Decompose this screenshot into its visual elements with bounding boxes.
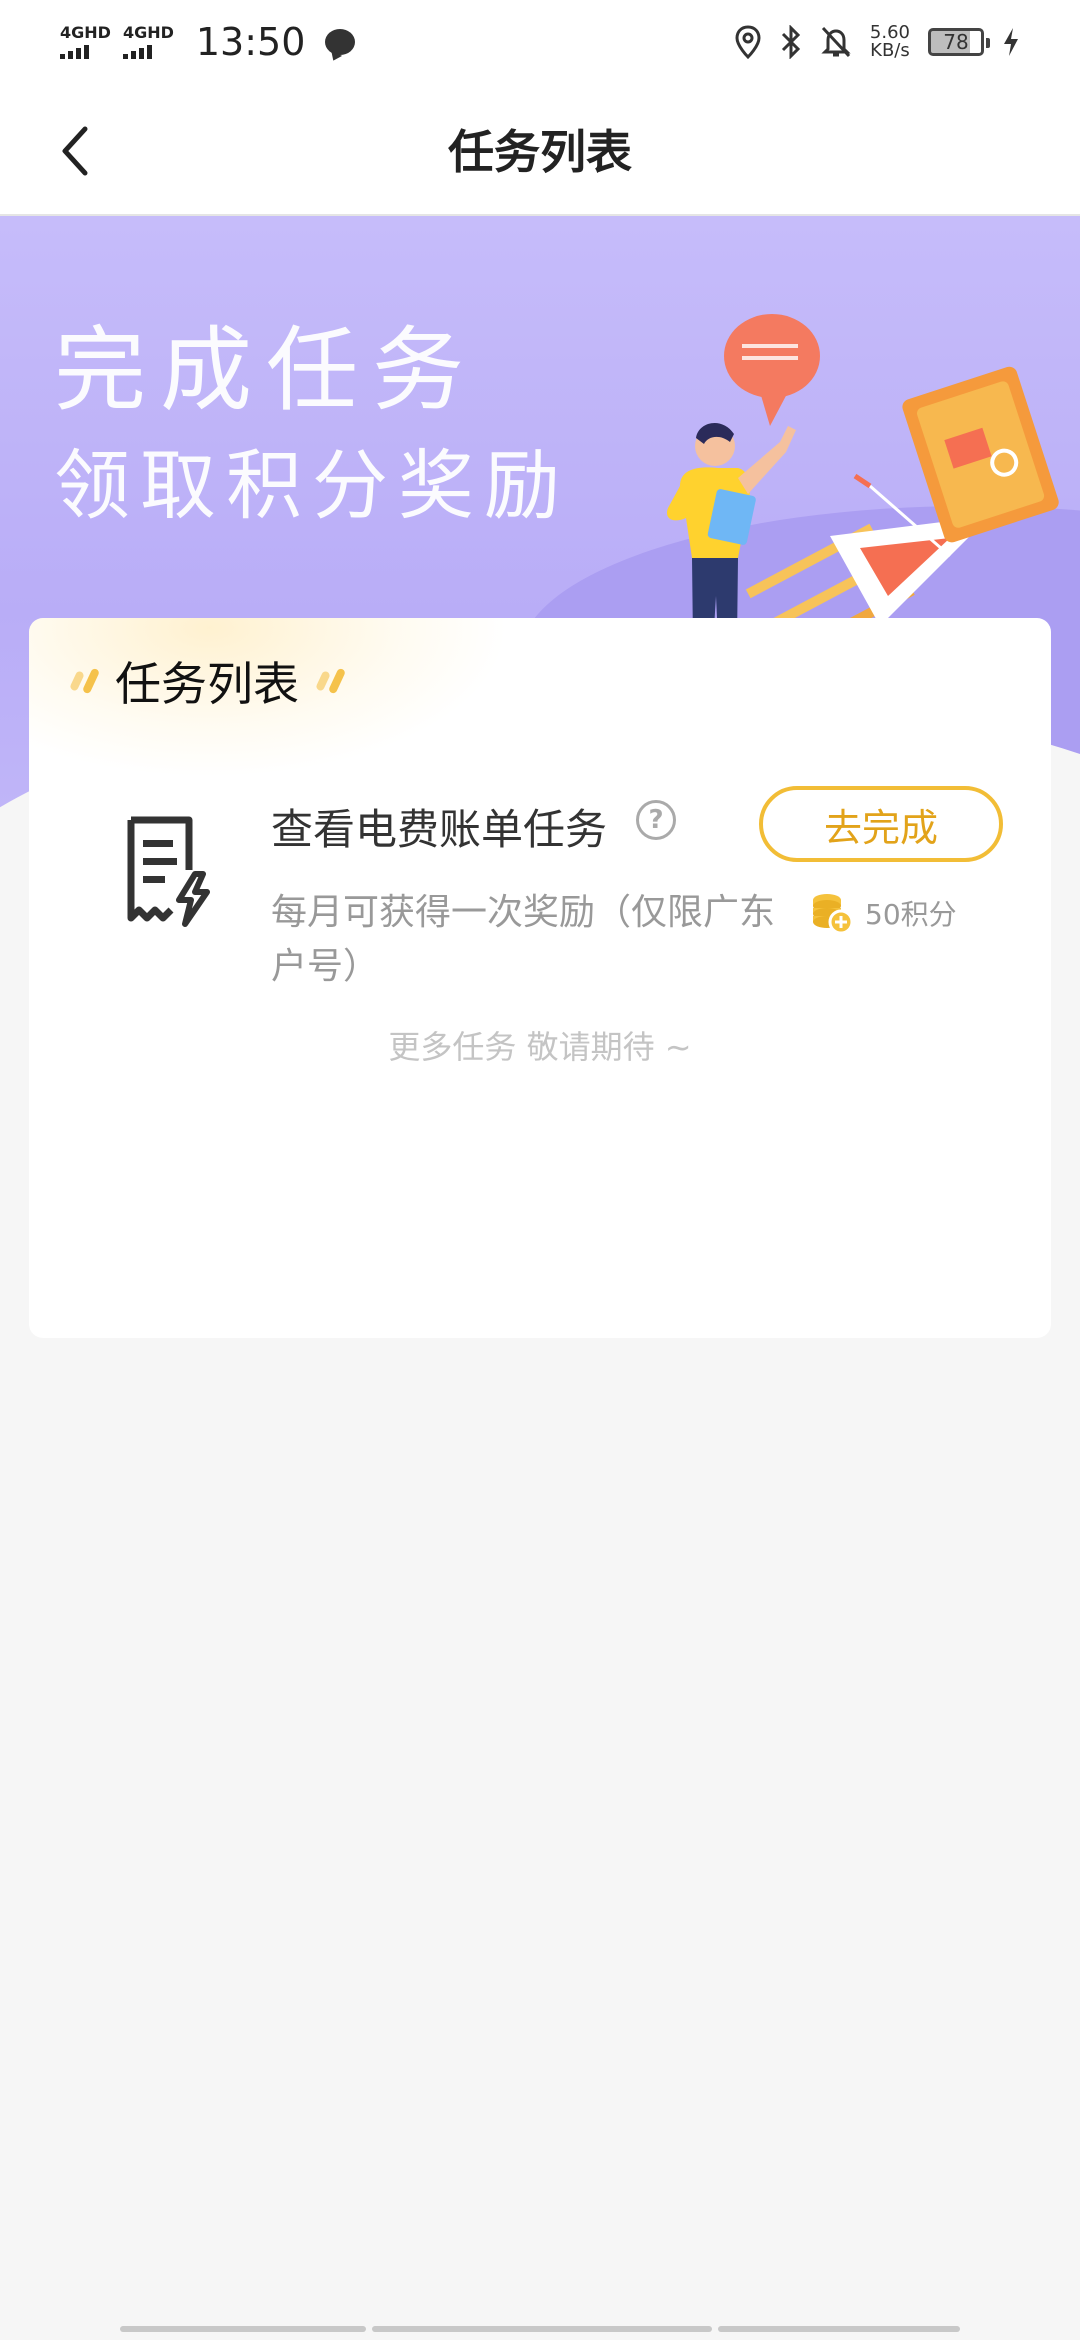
signal-bars-icon xyxy=(122,43,152,59)
message-notification-icon xyxy=(325,29,356,55)
signal-2: 4GHD xyxy=(122,23,174,59)
reward-text: 50积分 xyxy=(865,898,957,931)
chevron-left-icon xyxy=(62,126,88,176)
page-title: 任务列表 xyxy=(448,125,632,179)
battery-icon: 78 xyxy=(928,28,990,56)
gesture-nav-bar[interactable] xyxy=(120,2326,960,2332)
nav-segment[interactable] xyxy=(372,2326,712,2332)
signal-bars-icon xyxy=(60,43,89,59)
more-tasks-hint: 更多任务 敬请期待 ~ xyxy=(388,1028,692,1066)
task-description: 每月可获得一次奖励（仅限广东户号） xyxy=(271,892,776,987)
location-icon xyxy=(735,25,761,59)
clock: 13:50 xyxy=(195,20,306,64)
mute-bell-icon xyxy=(821,26,851,58)
status-left: 4GHD 4GHD 13:50 xyxy=(60,20,356,64)
help-icon[interactable]: ? xyxy=(636,800,676,840)
back-button[interactable] xyxy=(40,116,110,186)
complete-task-button[interactable]: 去完成 xyxy=(759,786,1003,862)
charging-icon xyxy=(1004,28,1018,56)
nav-segment[interactable] xyxy=(718,2326,960,2332)
coin-stack-icon xyxy=(813,894,854,935)
app-header: 任务列表 xyxy=(0,84,1080,216)
speed-unit: KB/s xyxy=(870,40,910,61)
network-speed: 5.60 KB/s xyxy=(870,24,910,60)
nav-segment[interactable] xyxy=(120,2326,366,2332)
task-name: 查看电费账单任务 xyxy=(271,805,608,854)
task-card: 任务列表 查看电费账单任务 ? 去完成 每月可获得一次奖励（仅限广东户号） 50… xyxy=(29,618,1051,1338)
signal-1: 4GHD xyxy=(60,25,111,59)
reward-points: 50积分 xyxy=(809,890,957,936)
card-title: 任务列表 xyxy=(115,657,299,711)
card-title-row: 任务列表 xyxy=(69,648,347,714)
bluetooth-icon xyxy=(781,25,801,59)
electricity-bill-icon xyxy=(127,816,210,927)
battery-level: 78 xyxy=(943,30,969,54)
status-bar: 4GHD 4GHD 13:50 5.60 KB/s 78 xyxy=(0,0,1080,84)
status-right: 5.60 KB/s 78 xyxy=(734,24,1020,60)
banner-subheadline: 领取积分奖励 xyxy=(54,441,570,530)
banner-headline: 完成任务 xyxy=(54,317,479,424)
title-deco-left-icon xyxy=(69,667,101,695)
title-deco-right-icon xyxy=(315,667,347,695)
network-type-1: 4GHD xyxy=(60,23,111,42)
network-type-2: 4GHD xyxy=(122,23,174,42)
